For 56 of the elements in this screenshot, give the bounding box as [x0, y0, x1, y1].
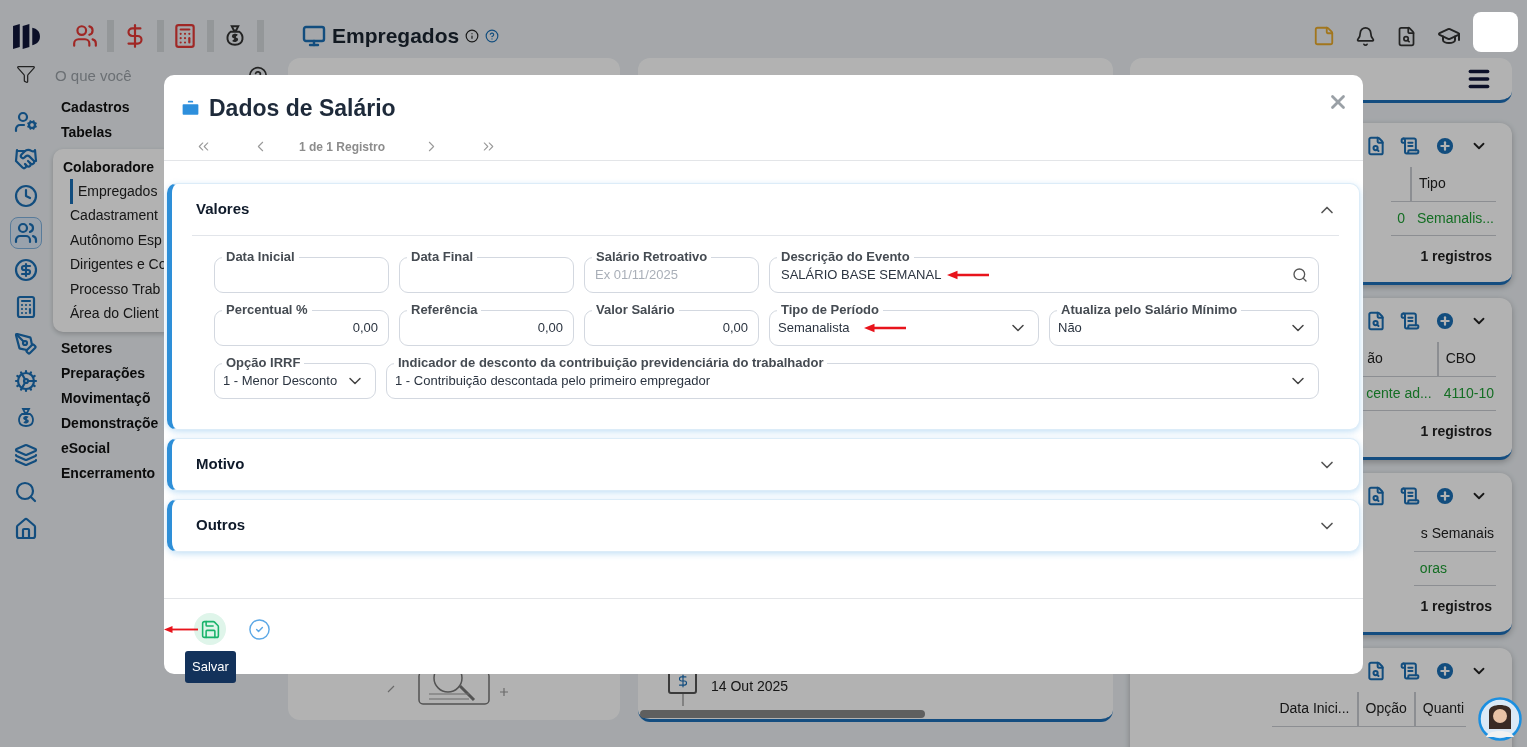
assistant-avatar[interactable] [1478, 697, 1522, 741]
annotation-arrow [164, 625, 198, 634]
table-cell: 4110-10 [1443, 384, 1494, 401]
column-header: Opção [1365, 700, 1407, 717]
check-circle-icon [247, 617, 271, 641]
page-title: Empregados [332, 23, 460, 50]
document-search-icon[interactable] [1366, 661, 1386, 681]
timeline-date: 14 Out 2025 [711, 677, 789, 696]
column-header: CBO [1445, 350, 1476, 367]
salary-bag-icon [180, 97, 201, 119]
table-cell: oras [1419, 559, 1448, 576]
document-search-icon[interactable] [1366, 311, 1386, 331]
search-field[interactable]: O que você [55, 64, 155, 88]
monitor-icon [302, 24, 326, 48]
filter-icon[interactable] [16, 64, 36, 84]
calculator-icon[interactable] [172, 23, 198, 49]
column-header: Data Inici... [1279, 700, 1350, 717]
column-header: Quanti [1422, 700, 1464, 717]
scroll-icon[interactable] [1400, 486, 1420, 506]
section-header[interactable]: Valores [172, 184, 1359, 235]
info-icon[interactable] [465, 29, 480, 43]
table-cell: cente ad... [1366, 384, 1432, 401]
people-icon[interactable] [72, 23, 98, 49]
help-icon[interactable] [485, 29, 500, 43]
table-cell: 0 [1397, 209, 1405, 226]
profile-placeholder[interactable] [1473, 12, 1518, 52]
add-icon[interactable] [1434, 660, 1456, 682]
document-search-icon[interactable] [1396, 25, 1417, 47]
document-search-icon[interactable] [1366, 486, 1386, 506]
save-icon [199, 618, 221, 640]
section-header[interactable]: Motivo [172, 439, 1359, 490]
bell-icon[interactable] [1355, 25, 1376, 47]
add-icon[interactable] [1434, 135, 1456, 157]
add-icon[interactable] [1434, 310, 1456, 332]
dialog-title: Dados de Salário [209, 94, 396, 123]
scroll-icon[interactable] [1400, 661, 1420, 681]
tooltip: Salvar [185, 651, 236, 683]
column-header: ão [1367, 350, 1383, 367]
logo[interactable] [13, 23, 40, 49]
pager-label: 1 de 1 Registro [299, 138, 386, 156]
scroll-icon[interactable] [1400, 136, 1420, 156]
save-button[interactable] [194, 613, 226, 645]
annotation-arrow [947, 270, 990, 280]
record-count: 1 registros [1420, 246, 1492, 266]
column-header: s Semanais [1420, 525, 1494, 542]
section-header[interactable]: Outros [172, 500, 1359, 551]
scroll-icon[interactable] [1400, 311, 1420, 331]
annotation-arrow [863, 323, 906, 333]
horizontal-scrollbar[interactable] [640, 710, 925, 718]
record-count: 1 registros [1420, 421, 1492, 441]
table-cell: Semanalis... [1416, 209, 1494, 226]
document-search-icon[interactable] [1366, 136, 1386, 156]
column-header: Tipo [1418, 175, 1446, 192]
add-icon[interactable] [1434, 485, 1456, 507]
record-count: 1 registros [1420, 596, 1492, 616]
search-icon[interactable] [1292, 267, 1308, 283]
